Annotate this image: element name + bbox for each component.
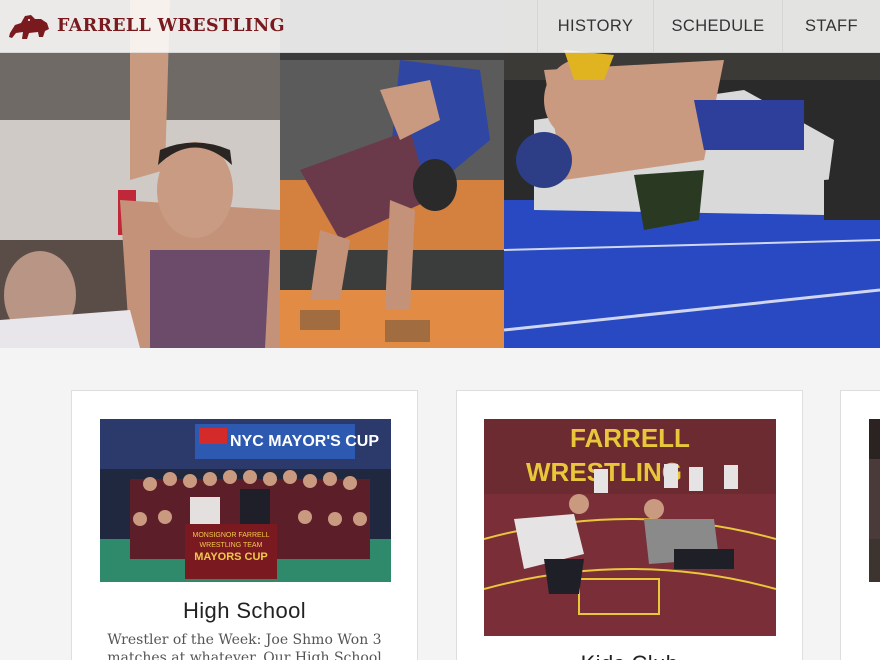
card-text: Wrestler of the Week: Joe Shmo Won 3 mat… <box>107 632 382 660</box>
sign-text-2: WRESTLING TEAM <box>200 542 263 549</box>
site-header: FARRELL WRESTLING HISTORY SCHEDULE STAFF <box>0 0 880 53</box>
card-title: Kids Club <box>457 651 802 660</box>
practice-photo: FARRELL WRESTLING <box>484 419 776 636</box>
wall-text-1: FARRELL <box>570 423 690 453</box>
card-kids-club[interactable]: FARRELL WRESTLING Kids Club <box>456 390 803 660</box>
nav-item-staff[interactable]: STAFF <box>782 0 880 53</box>
nav-item-schedule[interactable]: SCHEDULE <box>653 0 782 53</box>
main-nav: HISTORY SCHEDULE STAFF <box>537 0 880 53</box>
banner-text: NYC MAYOR'S CUP <box>230 433 379 450</box>
card-photo <box>869 419 880 582</box>
brand-name: FARRELL WRESTLING <box>57 16 285 36</box>
card-high-school[interactable]: NYC MAYOR'S CUP MONSIGNOR FARRELL WRESTL… <box>71 390 418 660</box>
brand-link[interactable]: FARRELL WRESTLING <box>0 0 285 53</box>
team-photo: NYC MAYOR'S CUP MONSIGNOR FARRELL WRESTL… <box>100 419 391 582</box>
sign-text-3: MAYORS CUP <box>194 551 268 563</box>
card-partial[interactable] <box>840 390 880 660</box>
lion-icon <box>9 15 49 39</box>
nav-item-history[interactable]: HISTORY <box>537 0 653 53</box>
card-title: High School <box>182 598 307 623</box>
sign-text-1: MONSIGNOR FARRELL <box>192 532 269 539</box>
